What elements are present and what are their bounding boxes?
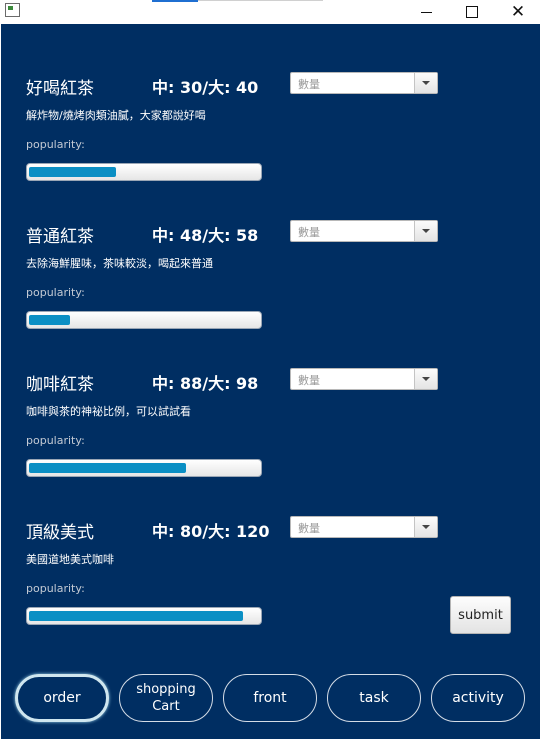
popularity-fill xyxy=(29,463,186,473)
nav-task-button[interactable]: task xyxy=(327,674,421,722)
product-card: 普通紅茶 中: 48/大: 58 數量 去除海鮮腥味，茶味較淡，喝起來普通 po… xyxy=(1,220,540,352)
product-price: 中: 30/大: 40 xyxy=(152,78,259,97)
tab-indicator xyxy=(152,0,198,2)
product-name: 好喝紅茶 xyxy=(26,79,94,99)
quantity-select[interactable]: 數量 xyxy=(290,368,438,390)
tab-divider xyxy=(198,0,323,1)
popularity-label: popularity: xyxy=(26,582,85,595)
popularity-label: popularity: xyxy=(26,434,85,447)
chevron-down-icon xyxy=(422,525,430,529)
product-name: 咖啡紅茶 xyxy=(26,375,94,395)
dropdown-arrow[interactable] xyxy=(414,369,437,389)
nav-shopping-cart-label: shopping Cart xyxy=(136,681,196,715)
order-panel: 好喝紅茶 中: 30/大: 40 數量 解炸物/燒烤肉類油膩，大家都說好喝 po… xyxy=(1,24,540,739)
dropdown-arrow[interactable] xyxy=(414,517,437,537)
close-button[interactable]: ✕ xyxy=(495,0,541,24)
quantity-select[interactable]: 數量 xyxy=(290,516,438,538)
nav-activity-button[interactable]: activity xyxy=(431,674,525,722)
quantity-placeholder: 數量 xyxy=(298,522,320,535)
popularity-fill xyxy=(29,611,243,621)
dropdown-arrow[interactable] xyxy=(414,73,437,93)
popularity-bar xyxy=(26,607,262,625)
popularity-label: popularity: xyxy=(26,286,85,299)
nav-order-button[interactable]: order xyxy=(15,674,109,722)
product-description: 咖啡與茶的神祕比例，可以試試看 xyxy=(26,405,191,418)
quantity-select[interactable]: 數量 xyxy=(290,72,438,94)
quantity-placeholder: 數量 xyxy=(298,374,320,387)
product-card: 好喝紅茶 中: 30/大: 40 數量 解炸物/燒烤肉類油膩，大家都說好喝 po… xyxy=(1,72,540,204)
bottom-nav: order shopping Cart front task activity xyxy=(1,664,540,736)
chevron-down-icon xyxy=(422,229,430,233)
app-icon xyxy=(5,3,20,17)
product-name: 頂級美式 xyxy=(26,523,94,543)
dropdown-arrow[interactable] xyxy=(414,221,437,241)
product-description: 美國道地美式咖啡 xyxy=(26,553,114,566)
popularity-fill xyxy=(29,315,70,325)
product-description: 去除海鮮腥味，茶味較淡，喝起來普通 xyxy=(26,257,213,270)
product-price: 中: 80/大: 120 xyxy=(152,522,270,541)
quantity-placeholder: 數量 xyxy=(298,226,320,239)
close-icon: ✕ xyxy=(510,2,526,22)
nav-shopping-cart-button[interactable]: shopping Cart xyxy=(119,674,213,722)
maximize-icon xyxy=(466,6,478,18)
popularity-bar xyxy=(26,459,262,477)
chevron-down-icon xyxy=(422,377,430,381)
nav-shopping-cart-line2: Cart xyxy=(152,699,180,714)
quantity-placeholder: 數量 xyxy=(298,78,320,91)
popularity-bar xyxy=(26,311,262,329)
nav-front-button[interactable]: front xyxy=(223,674,317,722)
minimize-button[interactable] xyxy=(403,0,449,24)
product-price: 中: 48/大: 58 xyxy=(152,226,259,245)
popularity-label: popularity: xyxy=(26,138,85,151)
maximize-button[interactable] xyxy=(449,0,495,24)
chevron-down-icon xyxy=(422,81,430,85)
product-name: 普通紅茶 xyxy=(26,227,94,247)
product-description: 解炸物/燒烤肉類油膩，大家都說好喝 xyxy=(26,109,206,122)
product-price: 中: 88/大: 98 xyxy=(152,374,259,393)
window-titlebar: ✕ xyxy=(0,0,541,24)
submit-button[interactable]: submit xyxy=(450,596,511,634)
quantity-select[interactable]: 數量 xyxy=(290,220,438,242)
minimize-icon xyxy=(420,11,432,13)
product-card: 咖啡紅茶 中: 88/大: 98 數量 咖啡與茶的神祕比例，可以試試看 popu… xyxy=(1,368,540,500)
nav-shopping-cart-line1: shopping xyxy=(136,682,196,697)
popularity-fill xyxy=(29,167,116,177)
popularity-bar xyxy=(26,163,262,181)
